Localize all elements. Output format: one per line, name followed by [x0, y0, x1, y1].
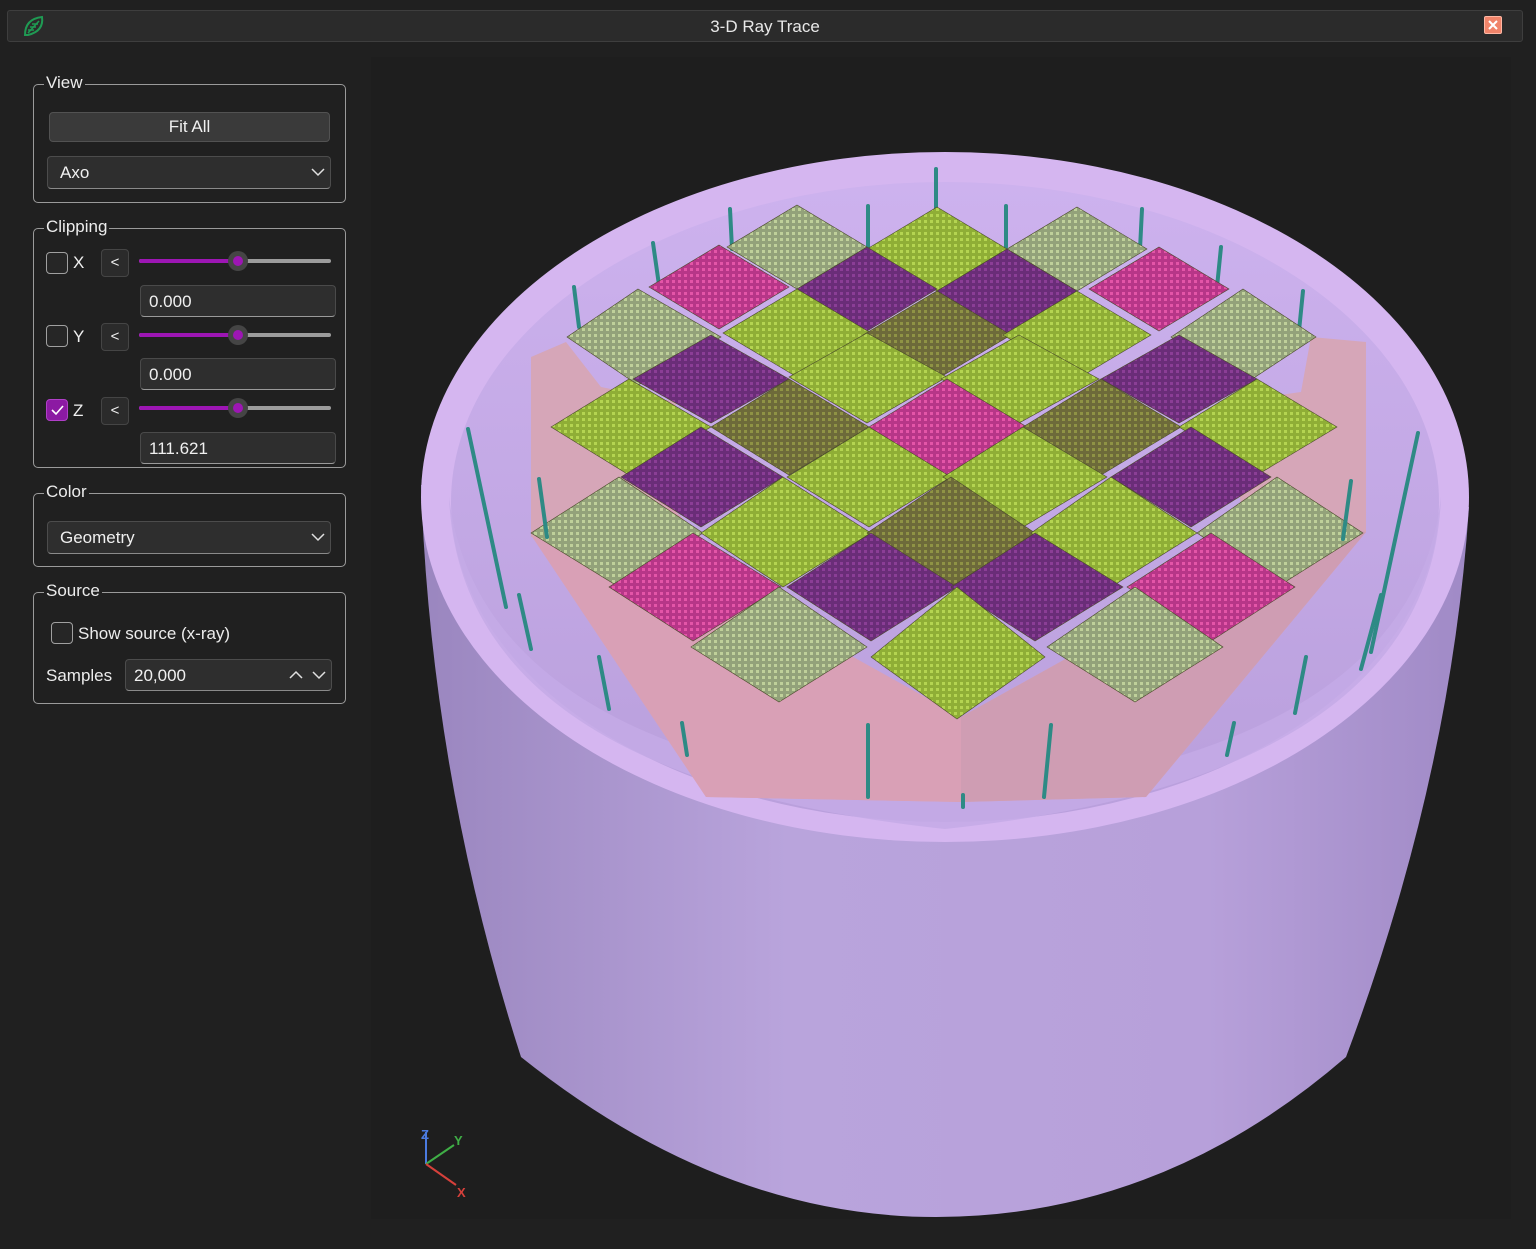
clip-y-value: 0.000 [149, 365, 192, 384]
color-mode-select[interactable]: Geometry [47, 521, 331, 554]
clip-x-value: 0.000 [149, 292, 192, 311]
clipping-legend: Clipping [44, 217, 110, 237]
clip-x-checkbox[interactable] [46, 252, 68, 274]
clip-x-value-field[interactable]: 0.000 [140, 285, 336, 317]
projection-select[interactable]: Axo [47, 156, 331, 189]
clip-y-label: Y [73, 327, 85, 346]
clip-z-label: Z [73, 401, 84, 420]
render-viewport[interactable]: Z Y X [371, 57, 1511, 1219]
source-group: Source Show source (x-ray) Samples 20,00… [33, 581, 346, 704]
fit-all-button[interactable]: Fit All [49, 112, 330, 142]
window-title: 3-D Ray Trace [710, 17, 820, 36]
close-icon [1488, 20, 1498, 30]
title-bar: 3-D Ray Trace [7, 10, 1523, 42]
clip-y-value-field[interactable]: 0.000 [140, 358, 336, 390]
triad-y-label: Y [454, 1133, 463, 1148]
slider-thumb[interactable] [228, 398, 248, 418]
clipping-group: Clipping X < 0.000 Y < 0.000 Z < 111.621 [33, 217, 346, 468]
clip-x-label: X [73, 253, 85, 272]
slider-thumb[interactable] [228, 325, 248, 345]
color-legend: Color [44, 482, 89, 502]
projection-value: Axo [60, 163, 90, 182]
clip-z-direction-button[interactable]: < [101, 397, 129, 425]
clip-z-checkbox[interactable] [46, 399, 68, 421]
chevron-up-icon[interactable] [288, 670, 304, 680]
clip-x-slider[interactable] [139, 251, 331, 271]
clip-z-value-field[interactable]: 111.621 [140, 432, 336, 464]
samples-spinbox[interactable]: 20,000 [125, 659, 332, 691]
view-legend: View [44, 73, 85, 93]
source-legend: Source [44, 581, 102, 601]
axis-triad: Z Y X [421, 1127, 466, 1200]
clip-y-checkbox[interactable] [46, 325, 68, 347]
samples-label: Samples [46, 666, 113, 685]
clip-z-value: 111.621 [149, 439, 208, 458]
show-source-checkbox[interactable] [51, 622, 73, 644]
samples-value: 20,000 [134, 666, 186, 685]
clip-y-direction-button[interactable]: < [101, 323, 129, 351]
triad-z-label: Z [421, 1127, 429, 1142]
clip-x-direction-button[interactable]: < [101, 249, 129, 277]
chevron-down-icon [311, 168, 325, 177]
slider-thumb[interactable] [228, 251, 248, 271]
chevron-down-icon[interactable] [311, 670, 327, 680]
view-group: View Fit All Axo [33, 73, 346, 203]
color-group: Color Geometry [33, 482, 346, 567]
clip-y-slider[interactable] [139, 325, 331, 345]
close-button[interactable] [1484, 16, 1502, 34]
chevron-down-icon [311, 533, 325, 542]
checkmark-icon [51, 405, 64, 416]
reactor-core-3d-render: Z Y X [421, 152, 1469, 1217]
color-mode-value: Geometry [60, 528, 135, 547]
clip-z-slider[interactable] [139, 398, 331, 418]
show-source-label[interactable]: Show source (x-ray) [78, 624, 230, 644]
triad-x-label: X [457, 1185, 466, 1200]
